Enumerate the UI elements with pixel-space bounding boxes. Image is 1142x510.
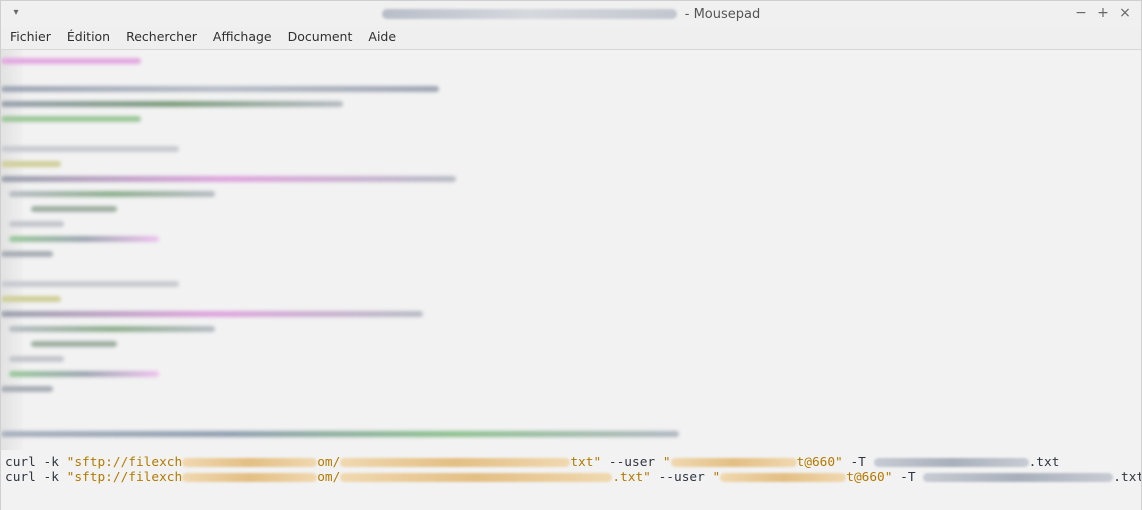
redacted-user bbox=[720, 473, 847, 482]
blurred-line bbox=[1, 86, 439, 92]
sftp-url-domain-end: om/ bbox=[317, 455, 341, 470]
sftp-url-start: "sftp://filexch bbox=[66, 470, 183, 485]
redacted-path bbox=[340, 458, 571, 467]
blurred-line bbox=[9, 371, 159, 377]
blurred-line bbox=[1, 101, 343, 107]
menu-aide[interactable]: Aide bbox=[368, 29, 396, 45]
blurred-line bbox=[1, 116, 141, 122]
code-line-1[interactable]: curl -k "sftp://filexch om/txt" --user " t… bbox=[5, 455, 1141, 470]
blurred-line bbox=[31, 206, 117, 212]
text-editor[interactable]: curl -k "sftp://filexch om/txt" --user " t… bbox=[1, 50, 1141, 510]
sftp-url-end: txt" bbox=[570, 455, 602, 470]
upload-option: -T bbox=[842, 455, 874, 470]
window-title: - Mousepad bbox=[1, 1, 1141, 27]
redacted-file bbox=[923, 473, 1114, 482]
close-icon[interactable]: × bbox=[1117, 4, 1133, 22]
redacted-host bbox=[182, 473, 318, 482]
minimize-icon[interactable]: − bbox=[1073, 4, 1089, 22]
menu-bar: Fichier Édition Rechercher Affichage Doc… bbox=[1, 27, 1141, 50]
command-prefix: curl -k bbox=[5, 455, 67, 470]
blurred-line bbox=[1, 58, 141, 64]
window-controls: − + × bbox=[1073, 4, 1133, 22]
blurred-line bbox=[1, 386, 53, 392]
blurred-line bbox=[9, 356, 64, 362]
blurred-line bbox=[1, 161, 61, 167]
blurred-line bbox=[1, 251, 53, 257]
file-extension: .txt bbox=[1028, 455, 1060, 470]
window-title-text: - Mousepad bbox=[684, 6, 761, 22]
redacted-path bbox=[340, 473, 613, 482]
blurred-line bbox=[1, 146, 179, 152]
menu-rechercher[interactable]: Rechercher bbox=[126, 29, 197, 45]
user-option: --user bbox=[601, 455, 663, 470]
blurred-line bbox=[1, 431, 679, 437]
sftp-url-domain-end: om/ bbox=[317, 470, 341, 485]
blurred-line bbox=[1, 296, 61, 302]
redacted-filename bbox=[381, 9, 677, 19]
upload-option: -T bbox=[892, 470, 924, 485]
redacted-host bbox=[182, 458, 318, 467]
redacted-user bbox=[670, 458, 797, 467]
command-prefix: curl -k bbox=[5, 470, 67, 485]
blurred-line bbox=[1, 281, 179, 287]
user-string-start: " bbox=[662, 455, 671, 470]
user-string-start: " bbox=[712, 470, 721, 485]
blurred-line bbox=[1, 311, 423, 317]
menu-edition[interactable]: Édition bbox=[67, 29, 110, 45]
redacted-file bbox=[873, 458, 1029, 467]
blurred-line bbox=[9, 191, 215, 197]
sftp-url-end: .txt" bbox=[612, 470, 651, 485]
title-bar: ▾ - Mousepad − + × bbox=[1, 1, 1141, 27]
blurred-line bbox=[9, 236, 159, 242]
blurred-line bbox=[31, 341, 117, 347]
mousepad-window: ▾ - Mousepad − + × Fichier Édition Reche… bbox=[0, 0, 1142, 510]
blurred-line bbox=[1, 176, 456, 182]
user-string-end: t@660" bbox=[846, 470, 893, 485]
menu-document[interactable]: Document bbox=[288, 29, 353, 45]
code-line-2[interactable]: curl -k "sftp://filexch om/ .txt" --user "… bbox=[5, 470, 1141, 485]
blurred-line bbox=[9, 221, 64, 227]
sftp-url-start: "sftp://filexch bbox=[66, 455, 183, 470]
blurred-line bbox=[9, 326, 215, 332]
menu-fichier[interactable]: Fichier bbox=[10, 29, 51, 45]
menu-affichage[interactable]: Affichage bbox=[213, 29, 272, 45]
user-option: --user bbox=[650, 470, 713, 485]
code-area[interactable]: curl -k "sftp://filexch om/txt" --user " t… bbox=[5, 455, 1141, 485]
maximize-icon[interactable]: + bbox=[1095, 4, 1111, 22]
user-string-end: t@660" bbox=[796, 455, 843, 470]
file-extension: .txt bbox=[1113, 470, 1141, 485]
